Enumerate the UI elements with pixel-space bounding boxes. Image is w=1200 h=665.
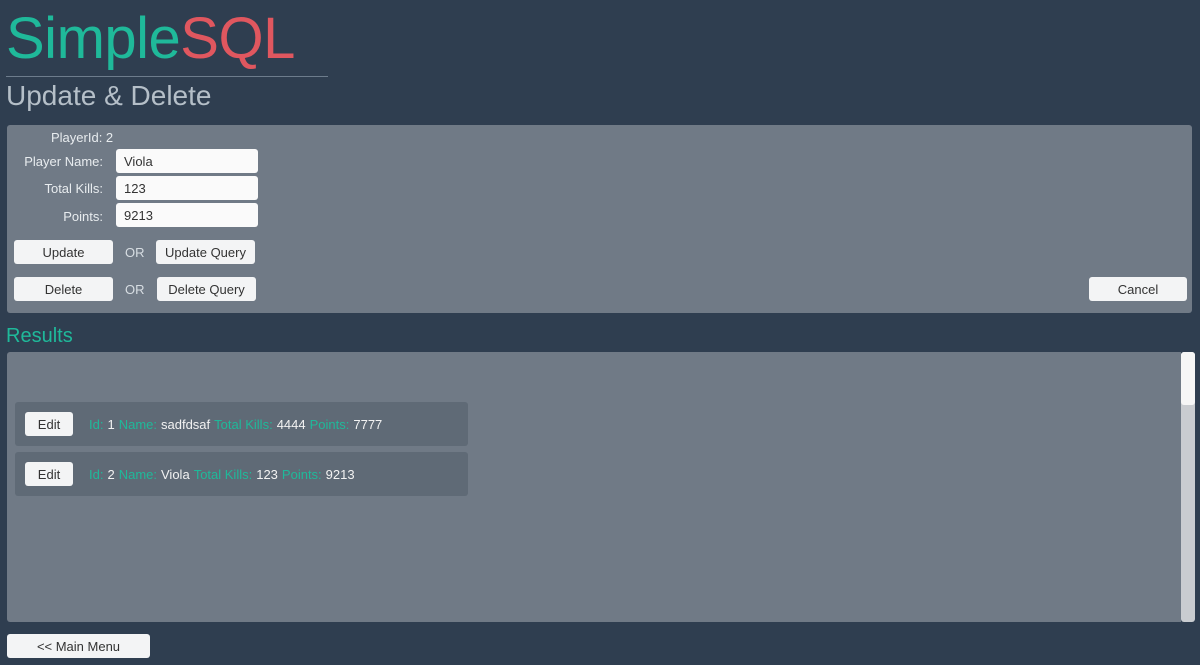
scrollbar-thumb[interactable] — [1181, 352, 1195, 405]
logo-sql: SQL — [180, 6, 295, 71]
total-kills-input[interactable] — [116, 176, 258, 200]
points-label: Points: — [63, 209, 103, 224]
name-value: Viola — [161, 466, 190, 482]
points-input[interactable] — [116, 203, 258, 227]
player-name-label: Player Name: — [24, 154, 103, 169]
player-name-input[interactable] — [116, 149, 258, 173]
edit-button[interactable]: Edit — [25, 412, 73, 436]
delete-button[interactable]: Delete — [14, 277, 113, 301]
results-list: Edit Id: 1 Name: sadfdsaf Total Kills: 4444… — [7, 352, 1181, 622]
id-value: 2 — [107, 466, 115, 482]
cancel-button[interactable]: Cancel — [1089, 277, 1187, 301]
total-kills-label: Total Kills: — [44, 181, 103, 196]
logo-simple: Simple — [6, 6, 181, 71]
main-menu-button[interactable]: << Main Menu — [7, 634, 150, 658]
name-value: sadfdsaf — [161, 416, 211, 432]
points-label: Points: — [281, 466, 322, 482]
name-label: Name: — [118, 466, 157, 482]
edit-form-panel: PlayerId: 2 Player Name: Total Kills: Po… — [7, 125, 1192, 313]
name-label: Name: — [118, 416, 157, 432]
or-label: OR — [125, 282, 145, 297]
edit-button[interactable]: Edit — [25, 462, 73, 486]
page-title: Update & Delete — [6, 80, 212, 111]
points-value: 7777 — [353, 416, 383, 432]
id-label: Id: — [89, 466, 104, 482]
points-label: Points: — [309, 416, 350, 432]
kills-label: Total Kills: — [193, 466, 253, 482]
result-row: Edit Id: 2 Name: Viola Total Kills: 123 Poi… — [15, 452, 468, 496]
update-button[interactable]: Update — [14, 240, 113, 264]
kills-value: 123 — [256, 466, 278, 482]
points-value: 9213 — [325, 466, 355, 482]
or-label: OR — [125, 245, 145, 260]
divider — [6, 76, 328, 77]
id-value: 1 — [107, 416, 115, 432]
result-row: Edit Id: 1 Name: sadfdsaf Total Kills: 4444… — [15, 402, 468, 446]
id-label: Id: — [89, 416, 104, 432]
kills-label: Total Kills: — [214, 416, 273, 432]
delete-query-button[interactable]: Delete Query — [157, 277, 256, 301]
update-query-button[interactable]: Update Query — [156, 240, 255, 264]
logo: SimpleSQL — [6, 6, 295, 72]
results-title: Results — [6, 325, 73, 347]
player-id-label: PlayerId: 2 — [51, 130, 114, 145]
kills-value: 4444 — [276, 416, 306, 432]
